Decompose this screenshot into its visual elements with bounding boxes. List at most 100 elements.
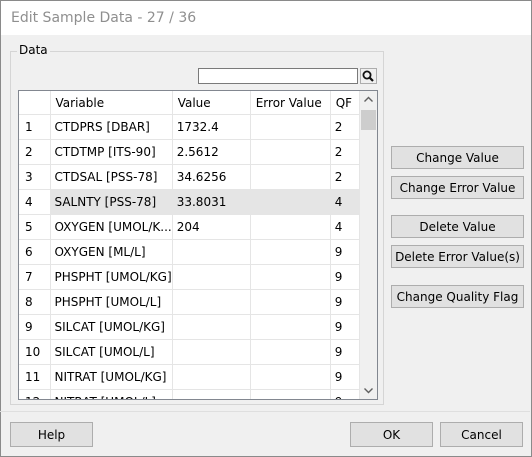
value-cell[interactable]: 2.5612 [172, 139, 251, 165]
variable-cell[interactable]: SILCAT [UMOL/KG] [50, 314, 173, 340]
table-row[interactable]: 10 SILCAT [UMOL/L] 9 [19, 339, 361, 365]
qf-cell[interactable]: 2 [330, 164, 361, 190]
scroll-thumb[interactable] [361, 110, 376, 130]
footer-divider [0, 411, 530, 412]
row-number[interactable]: 4 [19, 189, 51, 215]
data-table[interactable]: Variable Value Error Value QF 1 CTDPRS [D… [18, 90, 378, 400]
title-bar: Edit Sample Data - 27 / 36 [1, 1, 531, 35]
col-header-value[interactable]: Value [172, 91, 251, 115]
table-row[interactable]: 11 NITRAT [UMOL/KG] 9 [19, 364, 361, 390]
change-quality-flag-button[interactable]: Change Quality Flag [391, 285, 524, 308]
table-row[interactable]: 6 OXYGEN [ML/L] 9 [19, 239, 361, 265]
qf-cell[interactable]: 9 [330, 239, 361, 265]
value-cell[interactable]: 204 [172, 214, 251, 240]
error-value-cell[interactable] [250, 314, 331, 340]
table-row[interactable]: 8 PHSPHT [UMOL/L] 9 [19, 289, 361, 315]
variable-cell[interactable]: PHSPHT [UMOL/KG] [50, 264, 173, 290]
change-value-button[interactable]: Change Value [391, 146, 524, 169]
change-error-value-button[interactable]: Change Error Value [391, 176, 524, 199]
search-input[interactable] [198, 68, 358, 84]
row-number[interactable]: 6 [19, 239, 51, 265]
value-cell[interactable] [172, 314, 251, 340]
error-value-cell[interactable] [250, 239, 331, 265]
value-cell[interactable] [172, 364, 251, 390]
qf-cell[interactable]: 4 [330, 214, 361, 240]
error-value-cell[interactable] [250, 289, 331, 315]
row-number[interactable]: 2 [19, 139, 51, 165]
qf-cell[interactable]: 4 [330, 189, 361, 215]
table-row[interactable]: 4 SALNTY [PSS-78] 33.8031 4 [19, 189, 361, 215]
row-number[interactable]: 3 [19, 164, 51, 190]
table-row[interactable]: 5 OXYGEN [UMOL/K... 204 4 [19, 214, 361, 240]
table-row[interactable]: 1 CTDPRS [DBAR] 1732.4 2 [19, 114, 361, 140]
variable-cell[interactable]: NITRAT [UMOL/L] [50, 389, 173, 399]
row-number[interactable]: 11 [19, 364, 51, 390]
search-icon [362, 70, 374, 82]
qf-cell[interactable]: 2 [330, 139, 361, 165]
qf-cell[interactable]: 9 [330, 314, 361, 340]
variable-cell[interactable]: SALNTY [PSS-78] [50, 189, 173, 215]
error-value-cell[interactable] [250, 264, 331, 290]
col-header-error-value[interactable]: Error Value [250, 91, 331, 115]
error-value-cell[interactable] [250, 389, 331, 399]
row-number[interactable]: 5 [19, 214, 51, 240]
scroll-up-button[interactable] [360, 91, 377, 108]
col-header-qf[interactable]: QF [330, 91, 361, 115]
variable-cell[interactable]: SILCAT [UMOL/L] [50, 339, 173, 365]
row-number[interactable]: 9 [19, 314, 51, 340]
qf-cell[interactable]: 9 [330, 339, 361, 365]
col-header-rownum[interactable] [19, 91, 51, 115]
variable-cell[interactable]: CTDPRS [DBAR] [50, 114, 173, 140]
ok-button[interactable]: OK [350, 422, 433, 447]
error-value-cell[interactable] [250, 114, 331, 140]
table-row[interactable]: 7 PHSPHT [UMOL/KG] 9 [19, 264, 361, 290]
qf-cell[interactable]: 9 [330, 289, 361, 315]
row-number[interactable]: 1 [19, 114, 51, 140]
help-button[interactable]: Help [10, 422, 93, 447]
variable-cell[interactable]: OXYGEN [ML/L] [50, 239, 173, 265]
row-number[interactable]: 8 [19, 289, 51, 315]
qf-cell[interactable]: 9 [330, 364, 361, 390]
row-number[interactable]: 10 [19, 339, 51, 365]
value-cell[interactable] [172, 339, 251, 365]
qf-cell[interactable]: 2 [330, 114, 361, 140]
value-cell[interactable]: 34.6256 [172, 164, 251, 190]
chevron-down-icon [364, 388, 373, 394]
search-button[interactable] [360, 68, 377, 84]
row-number[interactable]: 7 [19, 264, 51, 290]
value-cell[interactable]: 1732.4 [172, 114, 251, 140]
qf-cell[interactable]: 9 [330, 264, 361, 290]
qf-cell[interactable]: 9 [330, 389, 361, 399]
window-title: Edit Sample Data - 27 / 36 [11, 10, 197, 26]
table-row[interactable]: 12NITRAT [UMOL/L] 9 [19, 389, 361, 399]
value-cell[interactable]: 33.8031 [172, 189, 251, 215]
row-number[interactable]: 12 [19, 389, 51, 399]
cancel-button[interactable]: Cancel [440, 422, 523, 447]
table-header: Variable Value Error Value QF [19, 91, 361, 115]
value-cell[interactable] [172, 389, 251, 399]
error-value-cell[interactable] [250, 364, 331, 390]
error-value-cell[interactable] [250, 214, 331, 240]
variable-cell[interactable]: CTDSAL [PSS-78] [50, 164, 173, 190]
table-row[interactable]: 3 CTDSAL [PSS-78] 34.6256 2 [19, 164, 361, 190]
vertical-scrollbar[interactable] [359, 91, 377, 399]
error-value-cell[interactable] [250, 189, 331, 215]
table-row[interactable]: 9 SILCAT [UMOL/KG] 9 [19, 314, 361, 340]
error-value-cell[interactable] [250, 339, 331, 365]
value-cell[interactable] [172, 289, 251, 315]
error-value-cell[interactable] [250, 139, 331, 165]
variable-cell[interactable]: CTDTMP [ITS-90] [50, 139, 173, 165]
variable-cell[interactable]: NITRAT [UMOL/KG] [50, 364, 173, 390]
col-header-variable[interactable]: Variable [50, 91, 173, 115]
variable-cell[interactable]: PHSPHT [UMOL/L] [50, 289, 173, 315]
chevron-up-icon [364, 96, 373, 102]
data-group-label: Data [17, 43, 50, 57]
scroll-down-button[interactable] [360, 382, 377, 399]
error-value-cell[interactable] [250, 164, 331, 190]
delete-error-values-button[interactable]: Delete Error Value(s) [391, 245, 524, 268]
value-cell[interactable] [172, 239, 251, 265]
table-row[interactable]: 2 CTDTMP [ITS-90] 2.5612 2 [19, 139, 361, 165]
value-cell[interactable] [172, 264, 251, 290]
delete-value-button[interactable]: Delete Value [391, 215, 524, 238]
variable-cell[interactable]: OXYGEN [UMOL/K... [50, 214, 173, 240]
